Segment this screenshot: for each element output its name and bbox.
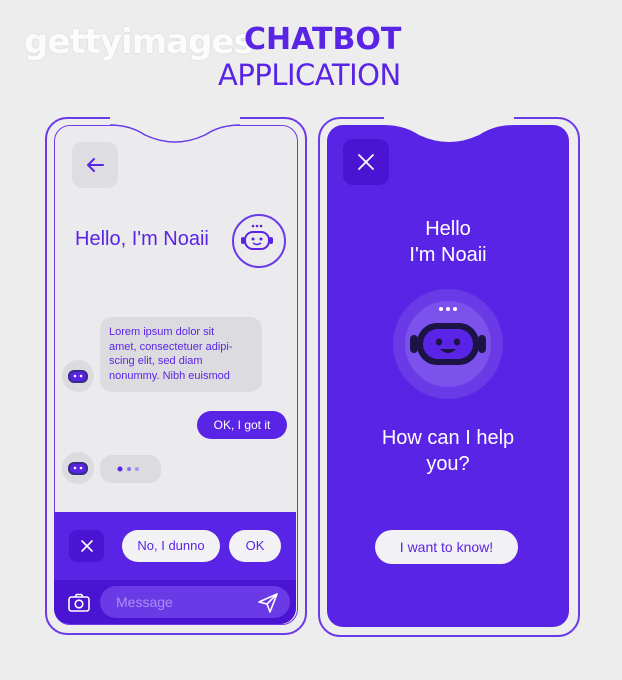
- back-button[interactable]: [72, 142, 118, 188]
- bot-message-line: amet, consectetuer adipi-: [109, 340, 233, 353]
- greeting-line: I'm Noaii: [409, 244, 487, 266]
- camera-icon: [68, 593, 90, 612]
- app-subtitle: APPLICATION: [218, 58, 401, 92]
- bot-mini-avatar: [62, 452, 94, 484]
- typing-dots-icon: [117, 466, 139, 472]
- greeting-line: Hello: [425, 218, 471, 240]
- bot-mini-avatar: [62, 360, 94, 392]
- send-button[interactable]: [256, 591, 280, 615]
- right-notch: [384, 117, 514, 142]
- app-title: CHATBOT: [244, 22, 402, 57]
- robot-icon: [68, 462, 88, 475]
- help-prompt: How can I help you?: [327, 425, 569, 477]
- user-message-bubble: OK, I got it: [197, 411, 287, 439]
- arrow-left-icon: [87, 158, 104, 172]
- robot-icon: [410, 307, 486, 365]
- close-icon: [80, 540, 93, 552]
- bot-message-line: nonummy. Nibh euismod: [109, 369, 230, 382]
- help-line: you?: [426, 453, 470, 475]
- quick-reply-ok[interactable]: OK: [229, 530, 281, 562]
- bot-message-line: scing elit, sed diam: [109, 355, 203, 367]
- help-line: How can I help: [381, 427, 515, 449]
- camera-button[interactable]: [66, 591, 92, 615]
- watermark: gettyimages: [24, 22, 254, 62]
- typing-indicator: [100, 455, 161, 483]
- chat-greeting: Hello, I'm Noaii: [75, 228, 209, 250]
- robot-icon: [241, 224, 273, 250]
- bot-message-line: Lorem ipsum dolor sit: [109, 326, 215, 338]
- welcome-greeting: Hello I'm Noaii: [327, 216, 569, 268]
- robot-icon: [68, 370, 88, 383]
- send-icon: [258, 593, 278, 613]
- close-button[interactable]: [343, 139, 389, 185]
- left-notch: [110, 117, 240, 143]
- bot-avatar: [232, 214, 286, 268]
- quick-reply-no[interactable]: No, I dunno: [122, 530, 220, 562]
- bot-message-bubble: Lorem ipsum dolor sit amet, consectetuer…: [100, 317, 262, 392]
- close-icon: [358, 154, 374, 170]
- dismiss-replies-button[interactable]: [69, 530, 104, 562]
- want-to-know-button[interactable]: I want to know!: [375, 530, 518, 564]
